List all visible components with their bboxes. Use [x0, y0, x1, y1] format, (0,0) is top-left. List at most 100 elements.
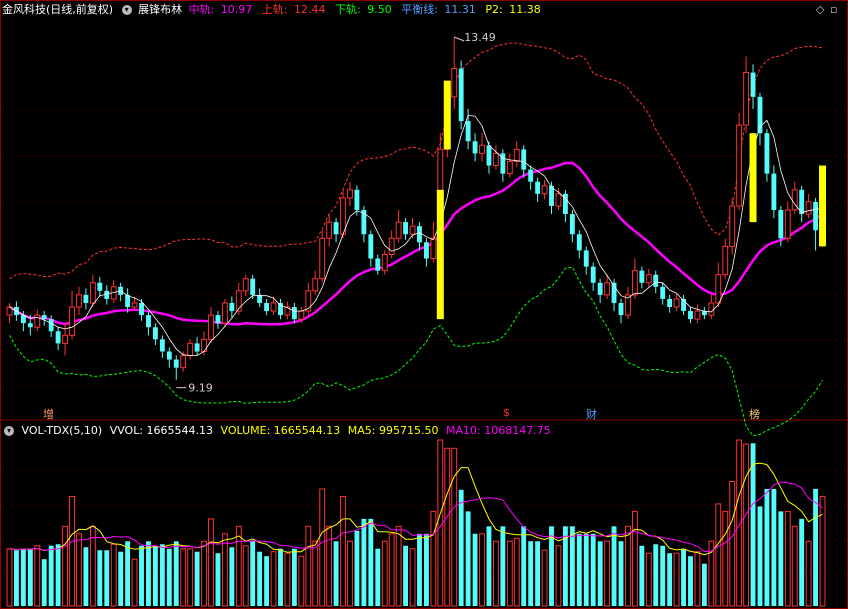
candle-body	[660, 286, 666, 299]
event-marker-dollar[interactable]: $	[502, 406, 511, 419]
signal-bar	[749, 133, 757, 223]
candle-body	[618, 302, 624, 316]
volume-bar	[187, 548, 194, 607]
volume-bar	[55, 544, 61, 606]
candle-body	[89, 282, 96, 304]
candle-body	[458, 68, 464, 122]
candle-body	[146, 315, 151, 328]
signal-bar	[436, 189, 444, 320]
volume-bar	[757, 506, 763, 606]
volume-bar	[430, 510, 437, 607]
volume-bars[interactable]	[6, 439, 826, 607]
volume-bar	[506, 540, 513, 607]
volume-bar	[340, 495, 346, 607]
lower-band-label: 下轨: 9.50	[335, 3, 392, 16]
grid-lines	[0, 63, 848, 576]
volume-bar	[104, 550, 110, 606]
diamond-icon[interactable]: ◇	[816, 3, 824, 16]
stock-title[interactable]: 金风科技(日线,前复权)	[2, 3, 113, 16]
volume-bar	[242, 545, 249, 607]
volume-bar	[409, 548, 416, 607]
candle-body	[333, 222, 339, 235]
volume-bar	[152, 545, 158, 606]
volume-bar	[590, 533, 596, 606]
candle-body	[597, 282, 603, 295]
volume-bar	[159, 544, 165, 606]
low-price-annotation: 9.19	[188, 382, 213, 395]
volume-bar	[76, 533, 82, 607]
volume-bar	[166, 548, 172, 606]
candle-body	[535, 181, 541, 194]
volume-bar	[771, 488, 777, 606]
volume-bar	[69, 495, 75, 607]
candle-body	[215, 315, 221, 324]
candle-body	[430, 237, 437, 260]
candle-body	[173, 359, 179, 368]
candle-body	[55, 331, 61, 344]
volume-bar	[743, 443, 750, 607]
candle-body	[813, 201, 819, 231]
volume-bar	[34, 545, 41, 607]
volume-bar	[688, 556, 693, 606]
volume-indicator-name[interactable]: VOL-TDX(5,10)	[22, 424, 103, 437]
candle-body	[229, 302, 235, 312]
volume-bar	[257, 551, 263, 606]
candle-body	[472, 141, 478, 154]
volume-bar	[444, 447, 451, 607]
volume-bar	[819, 495, 826, 607]
volume-settings-icon[interactable]: ▾	[4, 426, 14, 436]
vvol-value: VVOL: 1665544.13	[109, 424, 214, 437]
volume-bar	[667, 553, 673, 606]
event-marker-ranking[interactable]: 榜	[748, 406, 761, 422]
event-marker-finance[interactable]: 财	[585, 406, 598, 422]
candle-body	[805, 201, 812, 215]
volume-bar	[27, 548, 33, 606]
mid-band-label: 中轨: 10.97	[188, 3, 253, 16]
volume-value: VOLUME: 1665544.13	[220, 424, 341, 437]
balance-line-label: 平衡线: 11.31	[401, 3, 476, 16]
volume-bar	[375, 548, 381, 606]
volume-bar	[347, 540, 353, 607]
volume-bar	[403, 545, 409, 606]
indicator-name[interactable]: 展锋布林	[138, 3, 182, 16]
volume-bar	[805, 540, 812, 607]
candle-body	[221, 302, 228, 324]
candle-body	[583, 250, 589, 267]
candle-body	[180, 355, 187, 369]
candle-body	[97, 282, 103, 291]
volume-bar	[604, 540, 611, 607]
volume-bar	[541, 549, 548, 607]
candle-body	[451, 68, 458, 98]
volume-bar	[521, 526, 527, 606]
high-pointer	[454, 36, 465, 42]
volume-bar	[131, 558, 138, 607]
volume-bar	[48, 545, 54, 606]
volume-bar	[250, 541, 256, 606]
candle-body	[395, 221, 402, 239]
candle-body	[291, 307, 297, 320]
volume-bar	[41, 559, 47, 606]
volume-bar	[813, 488, 819, 606]
volume-bar	[173, 541, 179, 606]
candle-body	[139, 302, 144, 316]
volume-bar	[583, 533, 589, 606]
candle-body	[347, 189, 353, 199]
candle-body	[48, 319, 54, 332]
candle-body	[778, 210, 784, 239]
candle-body	[694, 310, 701, 320]
volume-bar	[479, 533, 485, 607]
chart-canvas[interactable]: 13.49 9.19	[0, 0, 848, 609]
high-price-annotation: 13.49	[464, 31, 496, 44]
settings-icon[interactable]: ▾	[121, 5, 132, 15]
volume-bar	[326, 525, 333, 607]
collapse-icon[interactable]: ▫	[830, 3, 837, 16]
event-marker-increase[interactable]: 增	[42, 406, 55, 422]
candle-body	[528, 169, 534, 182]
candle-body	[791, 189, 798, 211]
candle-body	[569, 214, 575, 235]
candle-body	[388, 237, 395, 255]
volume-bar	[278, 548, 283, 606]
volume-bar	[215, 553, 221, 606]
candle-body	[465, 121, 471, 142]
candlesticks[interactable]	[6, 36, 827, 389]
